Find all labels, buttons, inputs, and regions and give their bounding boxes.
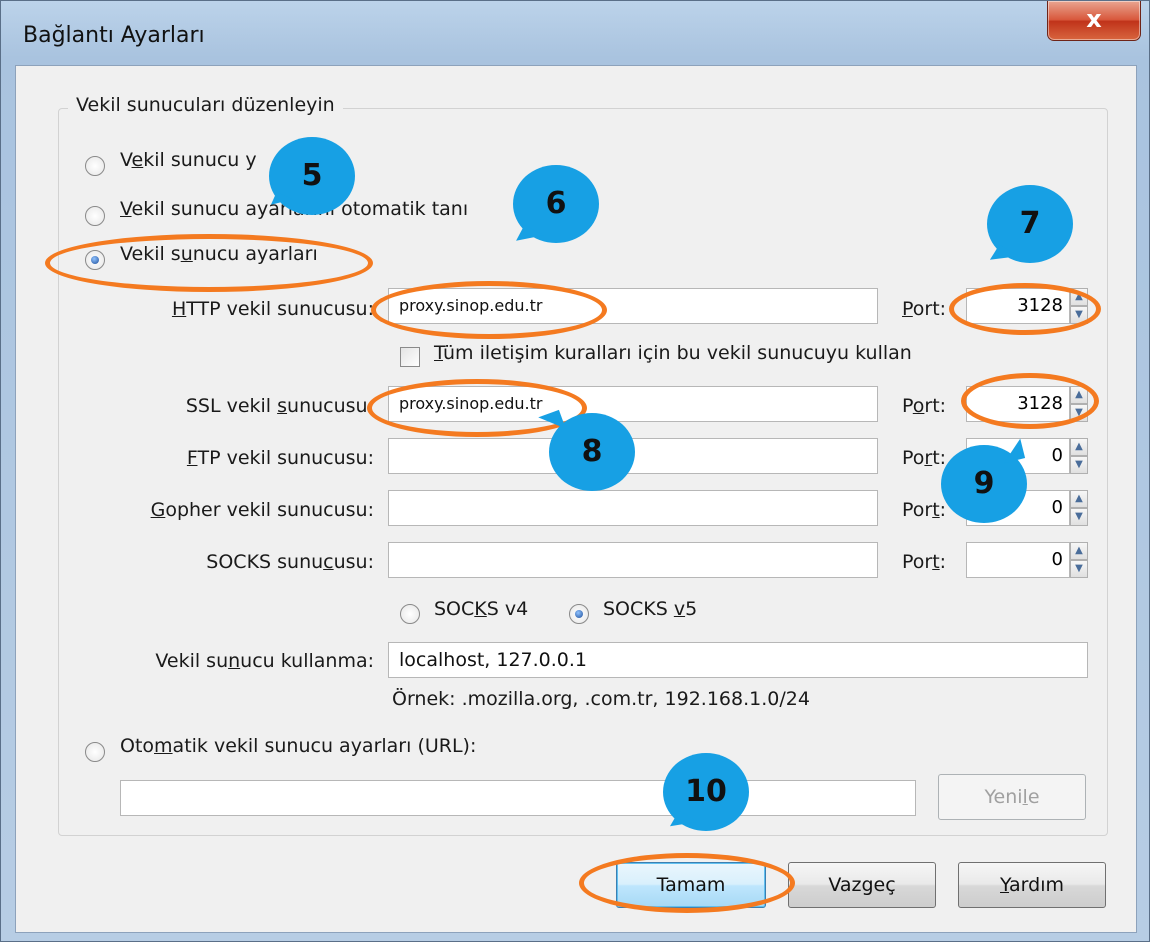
no-proxy-example: Örnek: .mozilla.org, .com.tr, 192.168.1.… bbox=[392, 688, 810, 710]
close-icon: x bbox=[1086, 5, 1102, 33]
connection-settings-dialog: Bağlantı Ayarları x Vekil sunucuları düz… bbox=[0, 0, 1150, 942]
spin-down-icon[interactable]: ▼ bbox=[1070, 560, 1088, 578]
radio-auto-proxy-url-label[interactable]: Otomatik vekil sunucu ayarları (URL): bbox=[120, 735, 476, 757]
http-port-label: Port: bbox=[902, 298, 947, 320]
spin-up-icon[interactable]: ▲ bbox=[1070, 542, 1088, 560]
radio-selected-dot bbox=[575, 610, 583, 618]
socks-host-label: SOCKS sunucusu: bbox=[206, 551, 374, 573]
radio-no-proxy[interactable] bbox=[85, 156, 105, 176]
socks-host-input[interactable] bbox=[388, 542, 878, 578]
ssl-port-label: Port: bbox=[902, 395, 947, 417]
spin-down-icon[interactable]: ▼ bbox=[1070, 508, 1088, 526]
ftp-proxy-label: FTP vekil sunucusu: bbox=[186, 447, 374, 469]
gopher-proxy-input[interactable] bbox=[388, 490, 878, 526]
radio-socks-v5-label[interactable]: SOCKS v5 bbox=[603, 598, 697, 620]
help-button[interactable]: Yardım bbox=[958, 862, 1106, 908]
highlight-ellipse bbox=[371, 281, 607, 339]
radio-auto-detect[interactable] bbox=[85, 206, 105, 226]
annotation-bubble-8: 8 bbox=[538, 409, 635, 491]
share-settings-checkbox[interactable] bbox=[400, 347, 420, 367]
cancel-button[interactable]: Vazgeç bbox=[788, 862, 936, 908]
radio-no-proxy-label[interactable]: Vekil sunucu y bbox=[120, 149, 257, 171]
http-proxy-label: HTTP vekil sunucusu: bbox=[171, 298, 374, 320]
title-bar: Bağlantı Ayarları x bbox=[1, 1, 1150, 65]
close-button[interactable]: x bbox=[1047, 1, 1141, 41]
annotation-bubble-7: 7 bbox=[987, 185, 1073, 272]
ftp-port-label: Port: bbox=[902, 447, 947, 469]
reload-button[interactable]: Yenile bbox=[938, 774, 1086, 820]
annotation-bubble-10: 10 bbox=[663, 753, 749, 838]
ssl-proxy-label: SSL vekil sunucusu: bbox=[185, 395, 374, 417]
groupbox-legend: Vekil sunucuları düzenleyin bbox=[68, 94, 343, 116]
spin-up-icon[interactable]: ▲ bbox=[1070, 490, 1088, 508]
auto-proxy-url-input[interactable] bbox=[120, 780, 916, 816]
socks-port-stepper[interactable]: 0 ▲ ▼ bbox=[966, 542, 1088, 578]
radio-socks-v5[interactable] bbox=[569, 604, 589, 624]
no-proxy-label: Vekil sunucu kullanma: bbox=[155, 650, 374, 672]
radio-socks-v4[interactable] bbox=[400, 604, 420, 624]
highlight-ellipse bbox=[949, 283, 1101, 335]
spin-up-icon[interactable]: ▲ bbox=[1070, 438, 1088, 456]
socks-port-value[interactable]: 0 bbox=[966, 542, 1070, 578]
annotation-bubble-5: 5 bbox=[269, 137, 355, 215]
highlight-ellipse bbox=[579, 853, 795, 913]
gopher-proxy-label: Gopher vekil sunucusu: bbox=[150, 499, 374, 521]
spin-down-icon[interactable]: ▼ bbox=[1070, 456, 1088, 474]
dialog-title: Bağlantı Ayarları bbox=[23, 23, 205, 48]
radio-socks-v4-label[interactable]: SOCKS v4 bbox=[434, 598, 528, 620]
highlight-ellipse bbox=[45, 234, 373, 292]
socks-port-label: Port: bbox=[902, 551, 947, 573]
radio-auto-proxy-url[interactable] bbox=[85, 742, 105, 762]
share-settings-label[interactable]: Tüm iletişim kuralları için bu vekil sun… bbox=[434, 342, 912, 364]
annotation-bubble-9: 9 bbox=[941, 438, 1027, 523]
annotation-bubble-6: 6 bbox=[513, 165, 599, 252]
highlight-ellipse bbox=[961, 373, 1099, 429]
no-proxy-input[interactable]: localhost, 127.0.0.1 bbox=[388, 642, 1088, 678]
gopher-port-label: Port: bbox=[902, 499, 947, 521]
